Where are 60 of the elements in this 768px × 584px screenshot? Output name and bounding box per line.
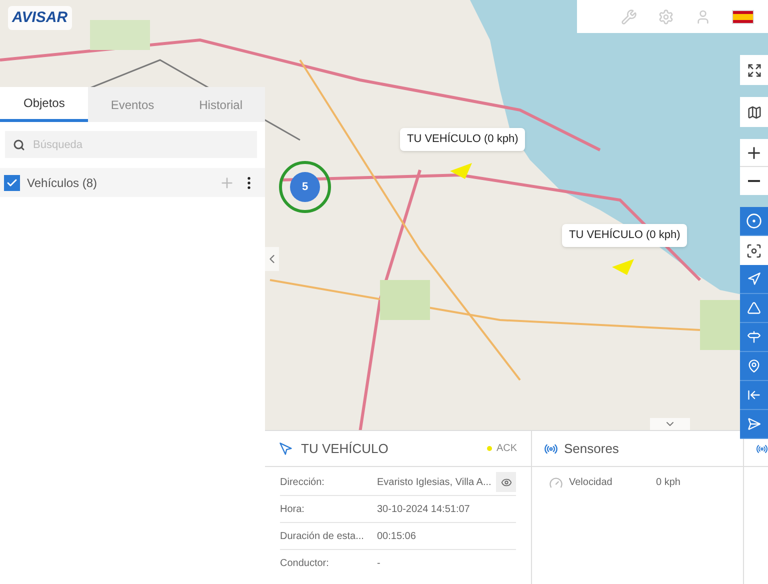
- logo: AVISAR: [8, 6, 72, 30]
- field-label: Hora:: [280, 502, 306, 516]
- focus-icon: [746, 242, 762, 258]
- sensor-name: Velocidad: [569, 476, 614, 490]
- tab[interactable]: Eventos: [88, 87, 177, 122]
- check-icon: [6, 176, 18, 188]
- map-icon: [746, 104, 762, 120]
- status-text: ACK: [496, 442, 517, 456]
- tool-button[interactable]: [740, 207, 768, 236]
- zoom-out-button[interactable]: [740, 167, 768, 195]
- target-icon: [746, 213, 762, 229]
- gauge-icon: [549, 476, 563, 490]
- tool-button[interactable]: [740, 294, 768, 323]
- vehicle-label: TU VEHÍCULO (0 kph): [400, 128, 526, 150]
- checkbox[interactable]: [4, 174, 20, 190]
- zoom-in-button[interactable]: [740, 139, 768, 167]
- park-area: [700, 300, 740, 350]
- field-value: -: [377, 557, 382, 571]
- tool-button[interactable]: [740, 265, 768, 294]
- field-value: 00:15:06: [377, 530, 417, 544]
- navigation-icon: [279, 442, 293, 456]
- park-area: [90, 20, 150, 50]
- signal-icon: [544, 442, 558, 456]
- eye-icon: [500, 476, 512, 488]
- flag-icon[interactable]: [732, 10, 754, 24]
- park-area: [380, 280, 430, 320]
- field-value: 30-10-2024 14:51:07: [377, 502, 471, 516]
- tool-button[interactable]: [740, 410, 768, 439]
- expand-tab[interactable]: [650, 418, 690, 430]
- tool-icon: [747, 388, 761, 402]
- field-label: Duración de esta...: [280, 530, 365, 544]
- tool-button[interactable]: [740, 381, 768, 410]
- fullscreen-button[interactable]: [740, 55, 768, 85]
- details-title: TU VEHÍCULO: [301, 440, 390, 458]
- field-label: Dirección:: [280, 476, 326, 490]
- field-label: Conductor:: [280, 557, 330, 571]
- tab[interactable]: Historial: [176, 87, 265, 122]
- search-field[interactable]: Búsqueda: [5, 131, 257, 158]
- sensors-title: Sensores: [564, 440, 619, 458]
- view-button[interactable]: [496, 472, 516, 492]
- map-layers-button[interactable]: [740, 97, 768, 127]
- cluster-marker[interactable]: 5: [279, 161, 331, 213]
- tool-icon: [747, 301, 761, 315]
- expand-icon: [746, 62, 762, 78]
- tool-icon: [747, 417, 761, 431]
- tool-icon: [747, 330, 761, 344]
- tool-button[interactable]: [740, 236, 768, 265]
- collapse-handle[interactable]: [265, 247, 279, 271]
- group-label: Vehículos (8): [27, 174, 98, 192]
- tool-icon: [747, 272, 761, 286]
- vehicle-arrow-icon[interactable]: [450, 163, 472, 179]
- sensor-value: 0 kph: [656, 476, 680, 490]
- panel-icon: [756, 442, 768, 454]
- field-value: Evaristo Iglesias, Villa A...: [377, 476, 492, 490]
- tool-icon: [747, 359, 761, 373]
- tool-button[interactable]: [740, 352, 768, 381]
- minus-icon: [748, 180, 760, 182]
- search-icon: [13, 139, 25, 151]
- tool-button[interactable]: [740, 323, 768, 352]
- vehicle-label: TU VEHÍCULO (0 kph): [562, 224, 688, 246]
